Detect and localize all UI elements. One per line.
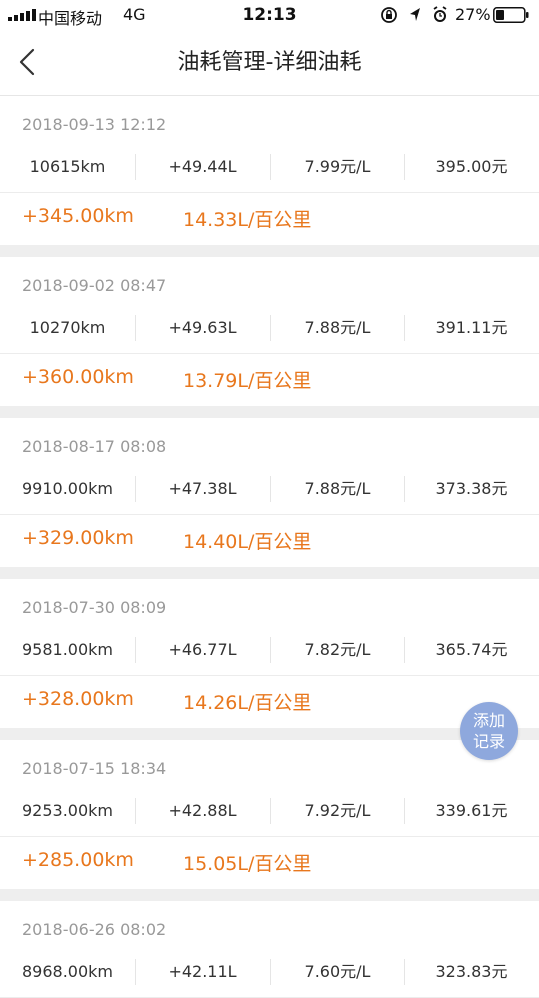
record-summary: +329.00km 14.40L/百公里 <box>0 515 539 567</box>
record-cost: 395.00元 <box>435 157 508 176</box>
nav-bar: 油耗管理-详细油耗 <box>0 30 539 96</box>
record-price: 7.60元/L <box>304 962 371 981</box>
record-price: 7.88元/L <box>304 479 371 498</box>
record-cost: 323.83元 <box>435 962 508 981</box>
add-record-button[interactable]: 添加记录 <box>460 702 518 760</box>
record-distance: +328.00km <box>22 688 134 710</box>
record-date: 2018-07-30 08:09 <box>22 598 167 617</box>
record-fuel: +49.44L <box>168 157 237 176</box>
page-title: 油耗管理-详细油耗 <box>177 50 362 75</box>
section-gap <box>0 889 539 901</box>
record-values: 9581.00km +46.77L 7.82元/L 365.74元 <box>0 637 539 676</box>
alarm-icon <box>433 6 447 22</box>
record-fuel: +46.77L <box>168 640 237 659</box>
section-gap <box>0 567 539 579</box>
fuel-record[interactable]: 2018-07-30 08:09 9581.00km +46.77L 7.82元… <box>0 579 539 728</box>
section-gap <box>0 728 539 740</box>
record-values: 9910.00km +47.38L 7.88元/L 373.38元 <box>0 476 539 515</box>
record-mileage: 9253.00km <box>21 801 113 820</box>
record-distance: +360.00km <box>22 366 134 388</box>
record-distance: +285.00km <box>22 849 134 871</box>
back-arrow-icon[interactable] <box>10 44 46 80</box>
fuel-record[interactable]: 2018-08-17 08:08 9910.00km +47.38L 7.88元… <box>0 418 539 567</box>
record-price: 7.82元/L <box>304 640 371 659</box>
status-bar: 中国移动 4G 12:13 27% <box>0 0 539 30</box>
record-values: 10615km +49.44L 7.99元/L 395.00元 <box>0 154 539 193</box>
record-consumption: 14.26L/百公里 <box>183 692 312 714</box>
record-date: 2018-09-02 08:47 <box>22 276 167 295</box>
fuel-record[interactable]: 2018-07-15 18:34 9253.00km +42.88L 7.92元… <box>0 740 539 889</box>
record-date: 2018-08-17 08:08 <box>22 437 167 456</box>
record-values: 8968.00km +42.11L 7.60元/L 323.83元 <box>0 959 539 998</box>
record-consumption: 13.79L/百公里 <box>183 370 312 392</box>
record-mileage: 8968.00km <box>21 962 113 981</box>
battery-percent: 27% <box>455 5 491 24</box>
record-summary: +345.00km 14.33L/百公里 <box>0 193 539 245</box>
record-distance: +329.00km <box>22 527 134 549</box>
location-icon <box>410 8 420 21</box>
fuel-record[interactable]: 2018-06-26 08:02 8968.00km +42.11L 7.60元… <box>0 901 539 998</box>
record-mileage: 9581.00km <box>21 640 113 659</box>
record-mileage: 10270km <box>29 318 106 337</box>
record-summary: +328.00km 14.26L/百公里 <box>0 676 539 728</box>
section-gap <box>0 406 539 418</box>
fuel-record[interactable]: 2018-09-13 12:12 10615km +49.44L 7.99元/L… <box>0 96 539 245</box>
record-cost: 391.11元 <box>435 318 508 337</box>
fuel-record[interactable]: 2018-09-02 08:47 10270km +49.63L 7.88元/L… <box>0 257 539 406</box>
record-values: 10270km +49.63L 7.88元/L 391.11元 <box>0 315 539 354</box>
record-summary: +285.00km 15.05L/百公里 <box>0 837 539 889</box>
record-fuel: +47.38L <box>168 479 237 498</box>
record-consumption: 14.33L/百公里 <box>183 209 312 231</box>
record-mileage: 9910.00km <box>21 479 113 498</box>
record-distance: +345.00km <box>22 205 134 227</box>
network-type: 4G <box>123 5 146 24</box>
record-price: 7.88元/L <box>304 318 371 337</box>
record-mileage: 10615km <box>29 157 106 176</box>
signal-strength-icon <box>8 9 36 21</box>
record-values: 9253.00km +42.88L 7.92元/L 339.61元 <box>0 798 539 837</box>
battery-icon <box>493 7 529 23</box>
section-gap <box>0 245 539 257</box>
record-fuel: +49.63L <box>168 318 237 337</box>
record-fuel: +42.88L <box>168 801 237 820</box>
status-icons <box>381 6 447 23</box>
record-consumption: 14.40L/百公里 <box>183 531 312 553</box>
record-fuel: +42.11L <box>168 962 237 981</box>
fuel-record-list: 2018-09-13 12:12 10615km +49.44L 7.99元/L… <box>0 96 539 998</box>
record-cost: 365.74元 <box>435 640 508 659</box>
record-cost: 373.38元 <box>435 479 508 498</box>
rotation-lock-icon <box>381 7 397 23</box>
record-cost: 339.61元 <box>435 801 508 820</box>
record-consumption: 15.05L/百公里 <box>183 853 312 875</box>
record-summary: +360.00km 13.79L/百公里 <box>0 354 539 406</box>
record-price: 7.99元/L <box>304 157 371 176</box>
record-price: 7.92元/L <box>304 801 371 820</box>
record-date: 2018-07-15 18:34 <box>22 759 167 778</box>
record-date: 2018-09-13 12:12 <box>22 115 167 134</box>
carrier-name: 中国移动 <box>38 9 103 28</box>
add-record-label: 添加记录 <box>472 711 505 751</box>
record-date: 2018-06-26 08:02 <box>22 920 167 939</box>
